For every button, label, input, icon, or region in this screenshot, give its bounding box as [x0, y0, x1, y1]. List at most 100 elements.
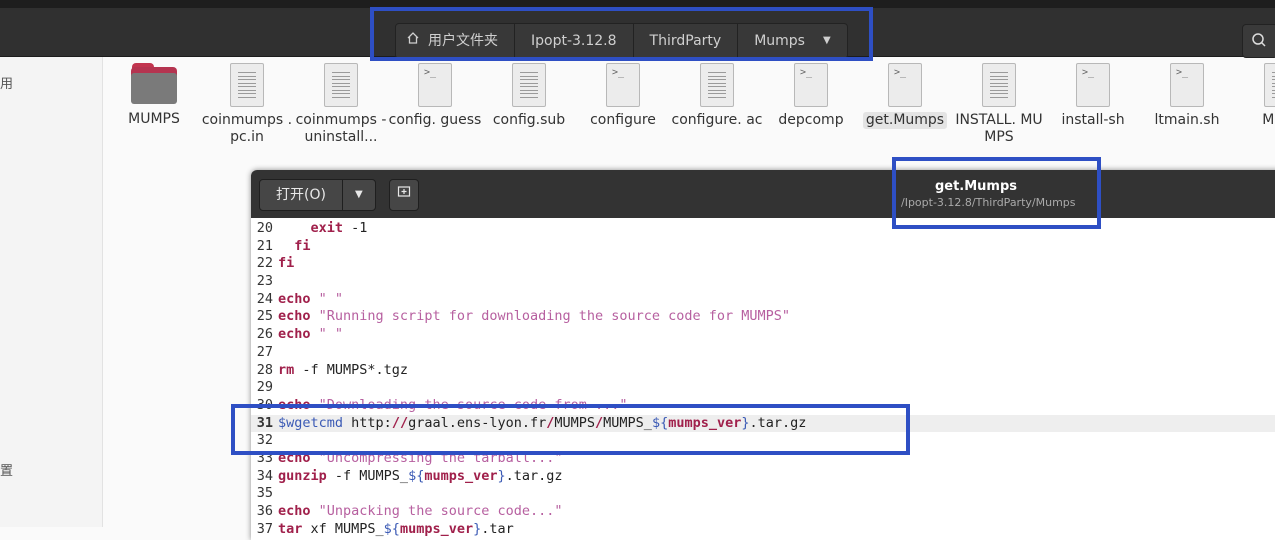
code-token: mumps_ver	[668, 414, 742, 431]
file-manager-headerbar: 用户文件夹 Ipopt-3.12.8 ThirdParty Mumps ▼	[0, 8, 1275, 59]
breadcrumb-mumps[interactable]: Mumps ▼	[738, 24, 846, 58]
code-token: "Uncompressing the tarball..."	[318, 449, 563, 466]
window-title: get.Mumps	[934, 179, 1018, 194]
file-item[interactable]: Mal a	[1234, 63, 1275, 129]
file-item[interactable]: INSTALL. MUMPS	[952, 63, 1046, 146]
code-token: echo	[278, 326, 311, 343]
line-number: 34	[256, 467, 273, 484]
text-file-icon	[324, 63, 358, 107]
code-view[interactable]: 20 exit -1 21 fi 22 fi 23 24 echo " " 25 echo "R…	[251, 220, 1275, 538]
code-token: gunzip	[278, 467, 327, 484]
code-token: /	[595, 414, 604, 431]
code-token: //	[391, 414, 409, 431]
open-button[interactable]: 打开(O) ▼	[259, 179, 376, 211]
file-item[interactable]: >_ configure	[576, 63, 670, 129]
code-token: tar	[278, 520, 303, 537]
script-file-icon: >_	[1076, 63, 1110, 107]
code-token: -1	[343, 220, 368, 236]
file-name: config.sub	[492, 112, 566, 128]
breadcrumb-label: ThirdParty	[649, 33, 722, 49]
file-item[interactable]: configure. ac	[670, 63, 764, 129]
code-line[interactable]: 23	[251, 273, 1275, 291]
code-token: ${	[651, 414, 669, 431]
breadcrumb-thirdparty[interactable]: ThirdParty	[634, 24, 739, 58]
file-item[interactable]: >_ install-sh	[1046, 63, 1140, 129]
breadcrumb-ipopt[interactable]: Ipopt-3.12.8	[515, 24, 634, 58]
code-line[interactable]: 31 $wgetcmd http://graal.ens-lyon.fr /MUMP…	[251, 414, 1275, 433]
code-line[interactable]: 36 echo "Unpacking the source code..."	[251, 503, 1275, 521]
code-token: .tar	[481, 520, 514, 537]
file-item[interactable]: >_ ltmain.sh	[1140, 63, 1234, 129]
home-icon	[406, 24, 420, 58]
breadcrumb-label: Ipopt-3.12.8	[531, 33, 617, 49]
code-line[interactable]: 20 exit -1	[251, 220, 1275, 238]
code-token: mumps_ver	[424, 467, 498, 484]
file-name: get.Mumps	[862, 112, 948, 129]
chevron-down-icon[interactable]: ▼	[343, 180, 375, 210]
code-line[interactable]: 28 rm -f MUMPS*.tgz	[251, 362, 1275, 380]
file-name: coinmumps .pc.in	[201, 112, 293, 145]
sidebar-item-label[interactable]: 置	[0, 460, 13, 479]
code-token: echo	[278, 449, 311, 466]
line-number: 20	[256, 220, 273, 236]
code-token: "Downloading the source code from ..."	[318, 396, 628, 413]
partial-obscure	[280, 348, 700, 358]
code-token: echo	[278, 308, 311, 325]
line-number: 23	[256, 273, 273, 290]
file-item[interactable]: >_ depcomp	[764, 63, 858, 129]
code-line[interactable]: 35	[251, 485, 1275, 503]
script-file-icon: >_	[888, 63, 922, 107]
code-line[interactable]: 24 echo " "	[251, 291, 1275, 309]
chevron-down-icon[interactable]: ▼	[823, 24, 831, 58]
file-name: ltmain.sh	[1154, 112, 1220, 128]
file-item[interactable]: >_ get.Mumps	[858, 63, 952, 129]
new-tab-button[interactable]	[389, 179, 419, 211]
code-token: echo	[278, 503, 311, 519]
code-line[interactable]: 25 echo "Running script for downloading t…	[251, 308, 1275, 326]
file-name: MUMPS	[128, 111, 180, 127]
file-item[interactable]: MUMPS	[107, 63, 201, 128]
breadcrumb-label: 用户文件夹	[428, 33, 498, 49]
breadcrumb-home[interactable]: 用户文件夹	[396, 24, 515, 58]
file-item[interactable]: coinmumps - uninstall...	[294, 63, 388, 146]
line-number: 37	[256, 520, 273, 537]
text-file-icon	[230, 63, 264, 107]
system-top-bar	[0, 0, 1275, 8]
code-token: echo	[278, 396, 311, 413]
code-line[interactable]: 32	[251, 432, 1275, 450]
text-editor-window: 打开(O) ▼ get.Mumps /Ipopt-3.12.8/ThirdPar…	[251, 170, 1275, 540]
code-line[interactable]: 29	[251, 379, 1275, 397]
code-token: MUMPS_	[603, 414, 652, 431]
code-line[interactable]: 26 echo " "	[251, 326, 1275, 344]
code-line[interactable]: 21 fi	[251, 238, 1275, 256]
code-token: echo	[278, 290, 311, 307]
code-line[interactable]: 30 echo "Downloading the source code from…	[251, 397, 1275, 415]
open-button-label[interactable]: 打开(O)	[260, 180, 343, 210]
code-token: -f MUMPS_	[326, 467, 409, 484]
file-item[interactable]: >_ config. guess	[388, 63, 482, 129]
line-number: 35	[256, 485, 273, 502]
file-item[interactable]: config.sub	[482, 63, 576, 129]
code-token: .tar.gz	[749, 414, 807, 431]
editor-headerbar: 打开(O) ▼ get.Mumps /Ipopt-3.12.8/ThirdPar…	[251, 170, 1275, 218]
code-token: "Running script for downloading the sour…	[318, 308, 791, 325]
new-tab-icon	[397, 186, 411, 202]
code-token: }	[473, 520, 482, 537]
sidebar-item-label[interactable]: 用	[0, 73, 13, 92]
code-line[interactable]: 33 echo "Uncompressing the tarball..."	[251, 450, 1275, 468]
code-line[interactable]: 37 tar xf MUMPS_${mumps_ver}.tar	[251, 521, 1275, 539]
line-number: 31	[256, 414, 273, 431]
code-line[interactable]: 22 fi	[251, 255, 1275, 273]
script-file-icon: >_	[1170, 63, 1204, 107]
text-file-icon	[982, 63, 1016, 107]
line-number: 30	[256, 396, 273, 413]
file-name: config. guess	[388, 112, 482, 128]
code-token: .tar.gz	[505, 467, 563, 484]
file-grid: MUMPS coinmumps .pc.in coinmumps - uninsta…	[103, 57, 1275, 177]
file-item[interactable]: coinmumps .pc.in	[200, 63, 294, 146]
code-line[interactable]: 34 gunzip -f MUMPS_${mumps_ver}.tar.gz	[251, 468, 1275, 486]
code-token: exit	[310, 220, 344, 236]
line-number: 36	[256, 503, 273, 519]
search-button[interactable]	[1242, 24, 1275, 58]
